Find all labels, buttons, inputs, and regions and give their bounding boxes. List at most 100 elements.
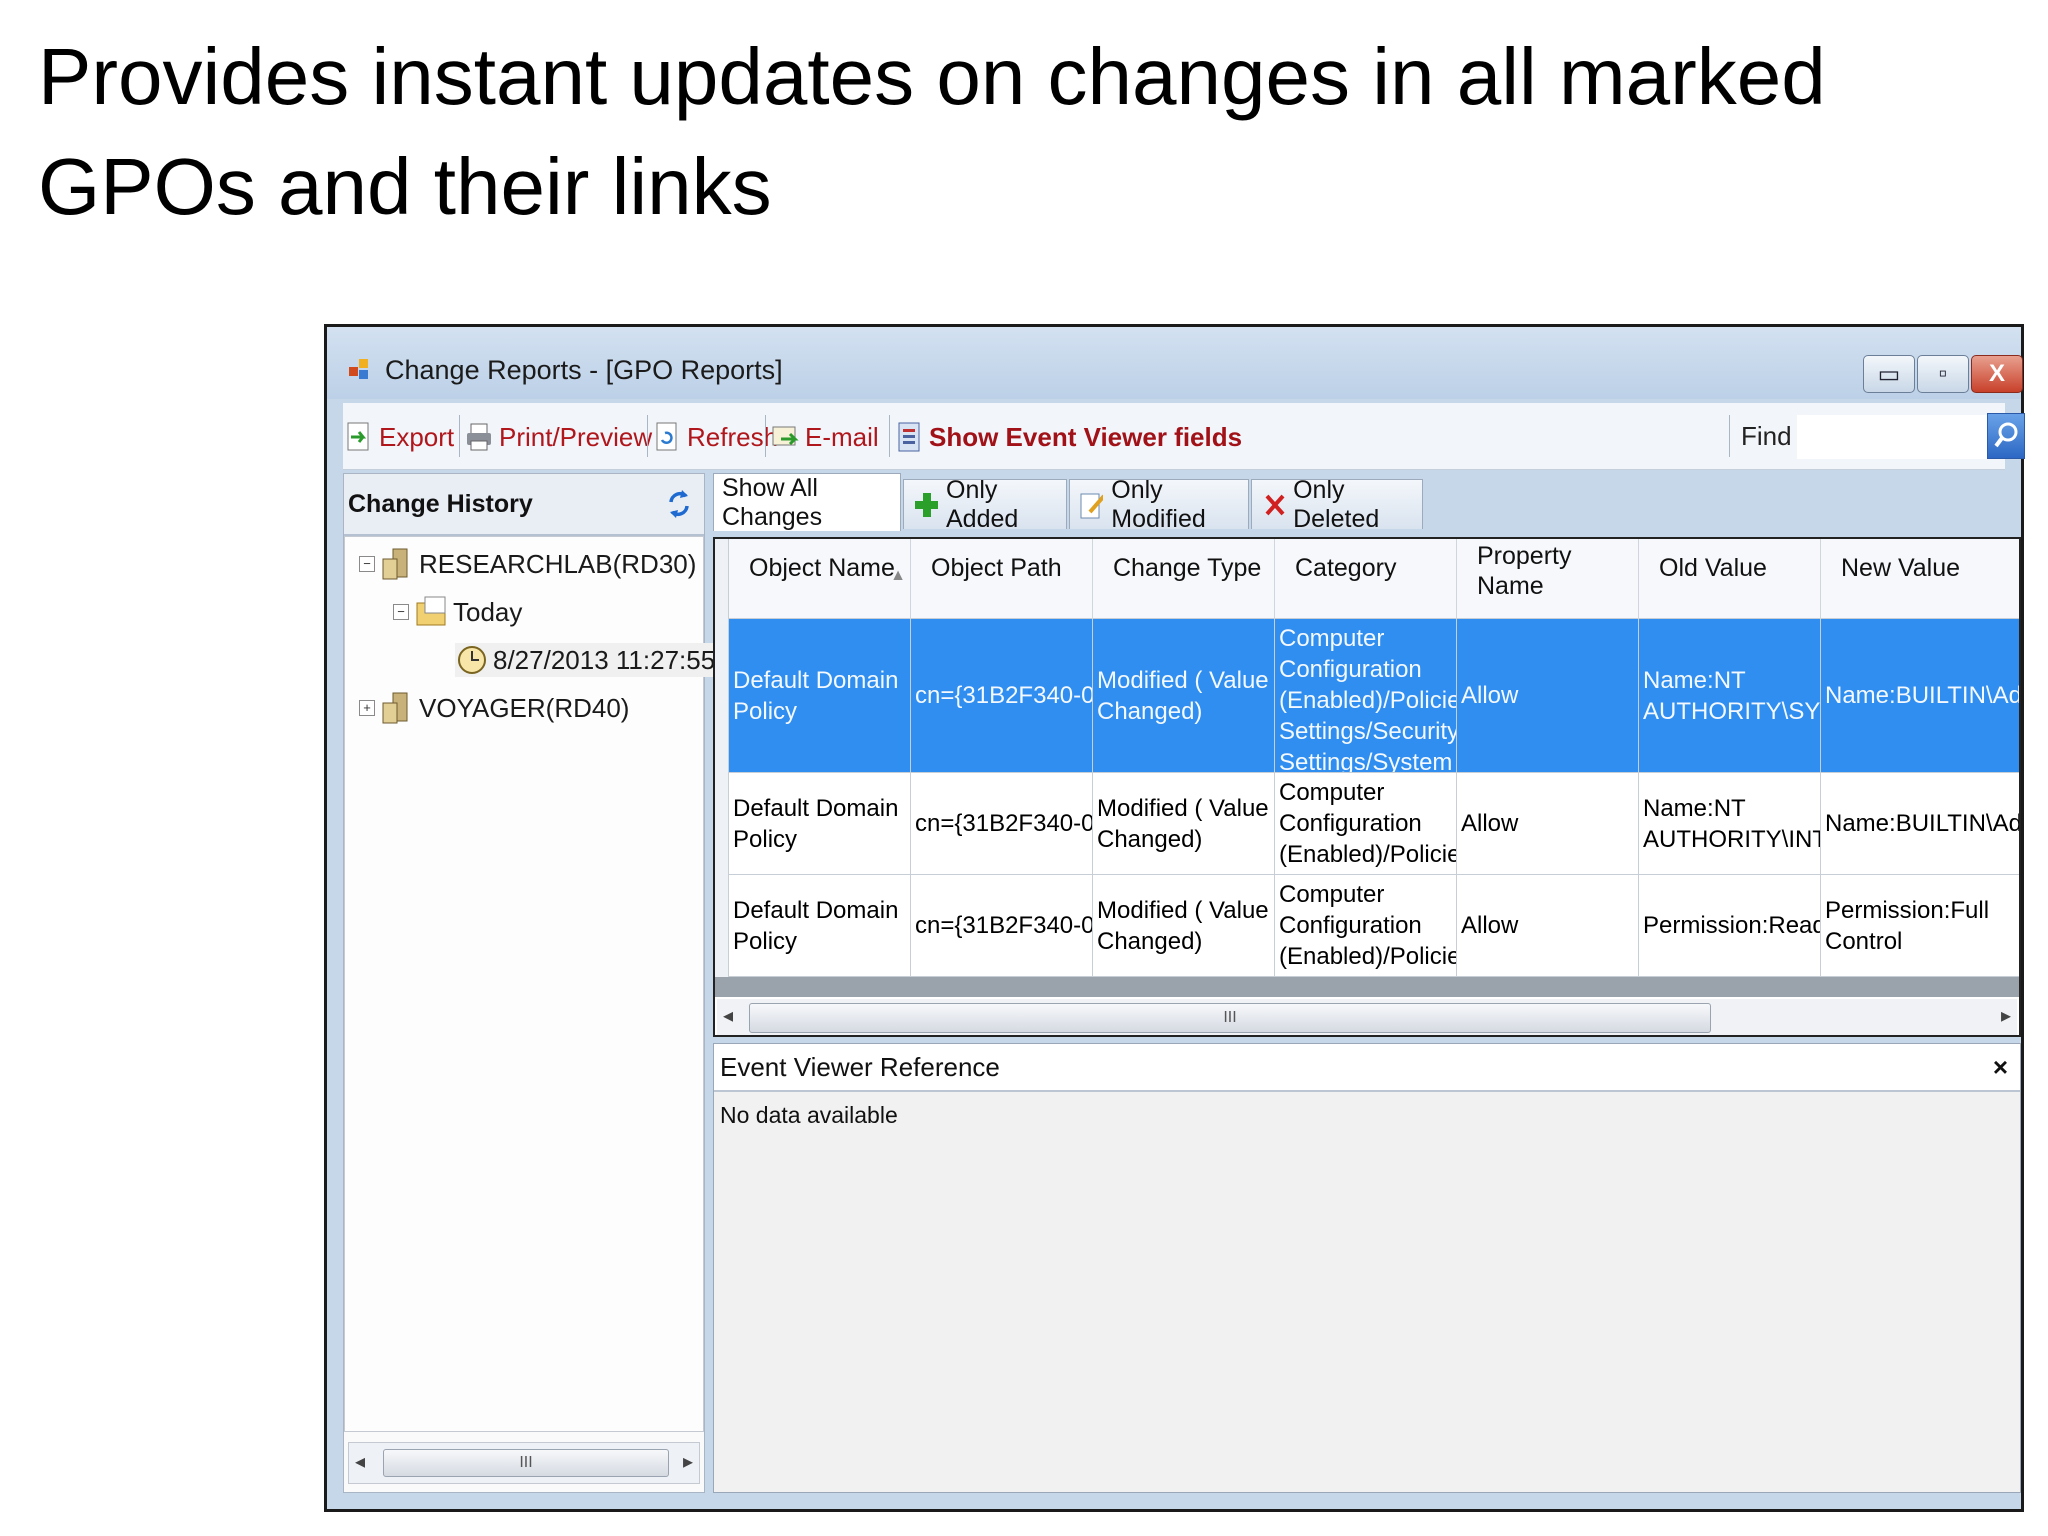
window-titlebar[interactable]: Change Reports - [GPO Reports] ▭ ▫ X — [327, 327, 2023, 399]
tab-show-all-changes[interactable]: Show All Changes — [713, 473, 901, 531]
collapse-icon[interactable]: − — [359, 556, 375, 572]
cell-property-name: Allow — [1457, 773, 1639, 875]
magnifier-icon — [1994, 422, 2018, 448]
column-header-new-value[interactable]: New Value — [1821, 539, 2019, 619]
tab-label: Only Deleted — [1293, 475, 1380, 533]
tab-only-added[interactable]: Only Added — [903, 476, 1067, 533]
print-preview-button[interactable]: Print/Preview — [465, 417, 652, 457]
tree-node-researchlab[interactable]: − RESEARCHLAB(RD30) — [359, 547, 696, 581]
change-history-panel: Change History − RESEARCHLAB(RD30) − Tod… — [343, 473, 760, 1493]
cell-old-value: Name:NT AUTHORITY\SYST — [1639, 619, 1821, 773]
edit-icon — [1080, 493, 1104, 518]
column-header-label: Category — [1295, 554, 1397, 582]
tree-horizontal-scrollbar[interactable]: ◂ III ▸ — [348, 1442, 700, 1484]
toolbar-separator — [647, 415, 648, 457]
cell-change-type: Modified ( Value Changed) — [1093, 875, 1275, 977]
scroll-thumb[interactable]: III — [383, 1449, 669, 1477]
column-header-object-path[interactable]: Object Path — [911, 539, 1093, 619]
column-header-object-name[interactable]: Object Name ▲ — [729, 539, 911, 619]
toolbar-separator — [459, 415, 460, 457]
changes-grid: Object Name ▲ Object Path Change Type Ca… — [713, 537, 2021, 1037]
toolbar: Export Print/Preview Refresh E-mail Show… — [343, 403, 2025, 470]
delete-x-icon — [1265, 494, 1285, 515]
cell-change-type: Modified ( Value Changed) — [1093, 619, 1275, 773]
column-header-property-name[interactable]: Property Name — [1457, 539, 1639, 619]
scroll-grip: III — [519, 1454, 533, 1471]
show-event-viewer-label: Show Event Viewer fields — [929, 421, 1243, 452]
server-icon — [381, 547, 415, 581]
email-button[interactable]: E-mail — [771, 417, 879, 457]
column-header-label: Property Name — [1477, 542, 1572, 600]
slide-title: Provides instant updates on changes in a… — [38, 32, 1826, 231]
cell-category: Computer Configuration (Enabled)/Policie… — [1275, 773, 1457, 875]
cell-category: Computer Configuration (Enabled)/Policie… — [1275, 875, 1457, 977]
close-icon: X — [1988, 360, 2005, 387]
refresh-button[interactable]: Refresh — [653, 417, 778, 457]
column-header-label: Old Value — [1659, 554, 1767, 582]
column-header-old-value[interactable]: Old Value — [1639, 539, 1821, 619]
cell-object-path: cn={31B2F340-016D — [911, 773, 1093, 875]
close-button[interactable]: X — [1971, 355, 2023, 393]
refresh-doc-icon — [653, 421, 681, 453]
scroll-right-icon[interactable]: ▸ — [2001, 1003, 2011, 1028]
find-label: Find — [1741, 421, 1792, 451]
scroll-left-icon[interactable]: ◂ — [723, 1003, 733, 1028]
column-header-change-type[interactable]: Change Type — [1093, 539, 1275, 619]
export-button[interactable]: Export — [345, 417, 454, 457]
scroll-right-icon[interactable]: ▸ — [683, 1449, 693, 1474]
change-history-tree: − RESEARCHLAB(RD30) − Today 8/27/2013 11… — [344, 536, 760, 1432]
change-history-header: Change History — [344, 474, 704, 536]
tree-node-today[interactable]: − Today — [393, 595, 522, 629]
cell-object-name: Default Domain Policy — [729, 875, 911, 977]
tree-node-label: RESEARCHLAB(RD30) — [419, 548, 697, 579]
tab-label: Only Added — [946, 475, 1019, 533]
scroll-thumb[interactable]: III — [749, 1003, 1711, 1033]
change-history-title: Change History — [348, 490, 533, 518]
cell-property-name: Allow — [1457, 619, 1639, 773]
find-button[interactable] — [1987, 413, 2025, 459]
column-header-category[interactable]: Category — [1275, 539, 1457, 619]
show-event-viewer-button[interactable]: Show Event Viewer fields — [895, 417, 1242, 457]
tab-only-modified[interactable]: Only Modified — [1069, 476, 1249, 533]
scroll-left-icon[interactable]: ◂ — [355, 1449, 365, 1474]
cell-object-path: cn={31B2F340-016D — [911, 619, 1093, 773]
column-header-label: Object Path — [931, 554, 1062, 582]
minimize-button[interactable]: ▭ — [1863, 355, 1915, 393]
cell-object-name: Default Domain Policy — [729, 619, 911, 773]
tab-label: Only Modified — [1111, 475, 1206, 533]
tree-node-label: Today — [453, 596, 523, 627]
grid-horizontal-scrollbar[interactable]: ◂ III ▸ — [717, 999, 2017, 1035]
toolbar-separator — [765, 415, 766, 457]
refresh-history-icon[interactable] — [666, 486, 692, 522]
close-panel-icon[interactable]: × — [1993, 1052, 2008, 1083]
server-icon — [381, 691, 415, 725]
collapse-icon[interactable]: − — [393, 604, 409, 620]
export-icon — [345, 421, 373, 453]
cell-change-type: Modified ( Value Changed) — [1093, 773, 1275, 875]
printer-icon — [465, 421, 493, 453]
expand-icon[interactable]: + — [359, 700, 375, 716]
event-viewer-header: Event Viewer Reference × — [714, 1044, 2020, 1092]
cell-new-value: Name:BUILTIN\Adm — [1821, 773, 2019, 875]
window-title: Change Reports - [GPO Reports] — [385, 355, 783, 385]
filter-tabs: Show All Changes Only Added Only Modifie… — [713, 473, 2013, 533]
cell-new-value: Permission:Full Control — [1821, 875, 2019, 977]
tab-only-deleted[interactable]: Only Deleted — [1251, 476, 1423, 533]
event-viewer-reference-panel: Event Viewer Reference × No data availab… — [713, 1043, 2021, 1493]
app-icon — [349, 359, 371, 381]
maximize-button[interactable]: ▫ — [1917, 355, 1969, 393]
cell-property-name: Allow — [1457, 875, 1639, 977]
row-header-column — [715, 539, 729, 977]
column-header-label: Change Type — [1113, 554, 1262, 582]
tree-node-voyager[interactable]: + VOYAGER(RD40) — [359, 691, 629, 725]
find-input[interactable] — [1797, 415, 2001, 459]
cell-object-path: cn={31B2F340-016D — [911, 875, 1093, 977]
email-label: E-mail — [805, 421, 879, 452]
print-preview-label: Print/Preview — [499, 421, 653, 452]
scroll-grip: III — [1223, 1009, 1237, 1026]
column-header-label: Object Name — [749, 554, 895, 582]
event-viewer-icon — [895, 421, 923, 453]
maximize-icon: ▫ — [1938, 360, 1948, 387]
export-label: Export — [379, 421, 455, 452]
toolbar-separator — [1729, 415, 1730, 457]
